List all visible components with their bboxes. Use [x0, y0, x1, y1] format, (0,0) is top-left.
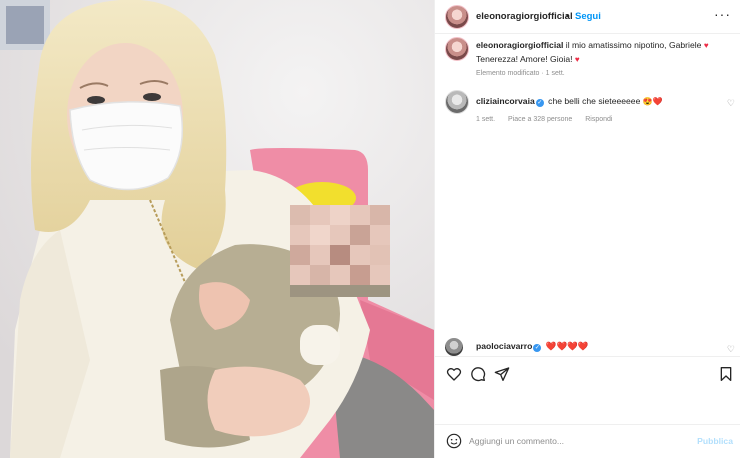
author-username[interactable]: eleonoragiorgiofficial — [476, 11, 573, 22]
commenter-avatar[interactable] — [445, 90, 469, 114]
post-photo-illustration — [0, 0, 434, 458]
post-photo[interactable] — [0, 0, 434, 458]
commenter-username[interactable]: paolociavarro — [476, 341, 532, 351]
follow-button[interactable]: Segui — [575, 11, 601, 22]
caption-avatar[interactable] — [445, 37, 469, 61]
commenter-username[interactable]: cliziaincorvaia — [476, 96, 535, 106]
comment-time[interactable]: 1 sett. — [476, 116, 495, 123]
paper-plane-icon[interactable] — [494, 366, 510, 382]
comment-text: paolociavarro ✓ ❤️❤️❤️❤️ — [476, 341, 589, 352]
add-comment-bar: Pubblica — [435, 424, 740, 458]
comment-meta: 1 sett. Piace a 328 persone Rispondi — [476, 116, 623, 123]
smiley-icon[interactable] — [446, 433, 462, 449]
author-avatar[interactable] — [445, 5, 469, 29]
caption-line2: Tenerezza! Amore! Gioia! — [476, 53, 573, 64]
comment-text: cliziaincorvaia ✓ che belli che sieteeeee… — [476, 96, 663, 107]
comment-bubble-icon[interactable] — [470, 366, 486, 382]
comment-body: che belli che sieteeeeee — [548, 96, 641, 106]
commenter-avatar[interactable] — [445, 338, 463, 356]
verified-badge-icon: ✓ — [535, 99, 544, 107]
add-comment-input[interactable] — [469, 433, 669, 449]
reply-button[interactable]: Rispondi — [585, 116, 612, 123]
publish-button[interactable]: Pubblica — [697, 436, 733, 446]
header-separator: • — [566, 11, 570, 22]
caption-meta: Elemento modificato · 1 sett. — [476, 70, 565, 77]
comment-emojis: 😍❤️ — [642, 97, 663, 106]
heart-emoji: ♥ — [703, 41, 709, 50]
verified-badge-icon: ✓ — [533, 344, 542, 352]
caption-username[interactable]: eleonoragiorgiofficial — [476, 40, 563, 50]
comment-body: ❤️❤️❤️❤️ — [545, 341, 589, 351]
heart-emoji: ♥ — [574, 54, 580, 64]
bookmark-icon[interactable] — [718, 366, 734, 382]
post-actions — [435, 356, 740, 388]
more-horizontal-icon[interactable]: ··· — [714, 6, 731, 22]
heart-outline-icon[interactable] — [446, 366, 462, 382]
caption-text: eleonoragiorgiofficial il mio amatissimo… — [476, 39, 731, 66]
post-header: eleonoragiorgiofficial • Segui ··· — [435, 0, 740, 34]
comment-like-icon[interactable]: ♡ — [727, 98, 735, 109]
caption-line1: il mio amatissimo nipotino, Gabriele — [565, 40, 702, 50]
comment-like-icon[interactable]: ♡ — [727, 344, 735, 355]
comment-likes[interactable]: Piace a 328 persone — [508, 116, 572, 123]
post-side-panel: eleonoragiorgiofficial • Segui ··· eleon… — [434, 0, 740, 458]
